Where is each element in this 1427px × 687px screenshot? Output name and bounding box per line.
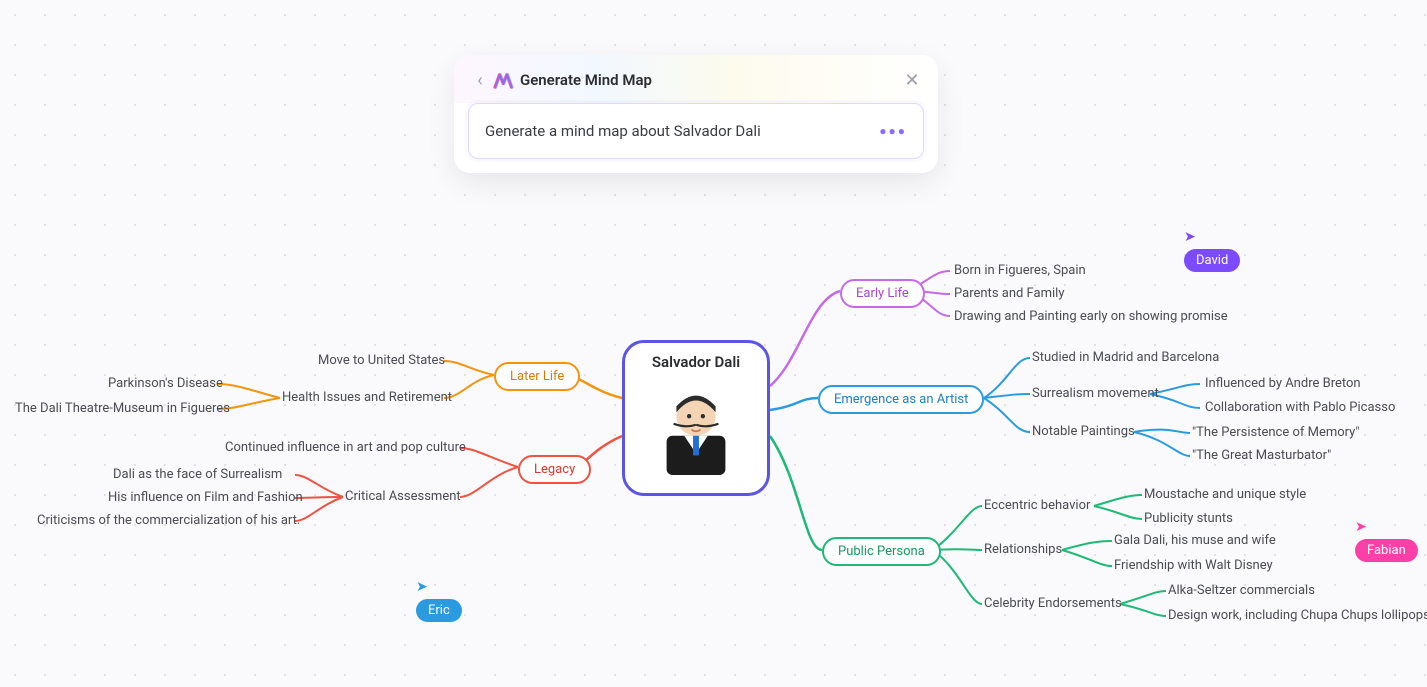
close-button[interactable]: ✕: [902, 70, 922, 91]
leaf-disney[interactable]: Friendship with Walt Disney: [1114, 558, 1273, 573]
cursor-arrow-icon: ➤: [1355, 519, 1367, 535]
branch-public-persona[interactable]: Public Persona: [822, 537, 941, 566]
leaf-eccentric[interactable]: Eccentric behavior: [984, 498, 1090, 513]
leaf-parkinsons[interactable]: Parkinson's Disease: [108, 376, 223, 391]
cursor-label: Fabian: [1355, 539, 1418, 562]
leaf-critical[interactable]: Critical Assessment: [345, 489, 461, 504]
prompt-text: Generate a mind map about Salvador Dali: [485, 122, 761, 140]
leaf-surrealism[interactable]: Surrealism movement: [1032, 386, 1159, 401]
leaf-face-surrealism[interactable]: Dali as the face of Surrealism: [113, 467, 282, 482]
center-node[interactable]: Salvador Dali: [622, 340, 770, 496]
leaf-paintings[interactable]: Notable Paintings: [1032, 424, 1135, 439]
panel-title: Generate Mind Map: [520, 71, 652, 89]
leaf-stunts[interactable]: Publicity stunts: [1144, 511, 1233, 526]
cursor-label: David: [1184, 249, 1240, 272]
leaf-persistence[interactable]: "The Persistence of Memory": [1192, 425, 1360, 440]
branch-early-life[interactable]: Early Life: [840, 279, 925, 308]
center-title: Salvador Dali: [652, 353, 740, 371]
cursor-david: ➤ David: [1184, 226, 1240, 272]
branch-emergence[interactable]: Emergence as an Artist: [818, 385, 984, 414]
cursor-fabian: ➤ Fabian: [1355, 516, 1418, 562]
leaf-theatre-museum[interactable]: The Dali Theatre-Museum in Figueres: [15, 401, 230, 416]
cursor-label: Eric: [416, 599, 462, 622]
leaf-relationships[interactable]: Relationships: [984, 542, 1062, 557]
prompt-input[interactable]: Generate a mind map about Salvador Dali …: [468, 103, 924, 159]
leaf-move-us[interactable]: Move to United States: [318, 353, 445, 368]
branch-legacy[interactable]: Legacy: [518, 455, 591, 484]
leaf-gala[interactable]: Gala Dali, his muse and wife: [1114, 533, 1276, 548]
leaf-masturbator[interactable]: "The Great Masturbator": [1192, 448, 1331, 463]
cursor-arrow-icon: ➤: [416, 579, 428, 595]
leaf-chupa[interactable]: Design work, including Chupa Chups lolli…: [1168, 608, 1427, 623]
leaf-born[interactable]: Born in Figueres, Spain: [954, 263, 1086, 278]
leaf-parents[interactable]: Parents and Family: [954, 286, 1064, 301]
leaf-seltzer[interactable]: Alka-Seltzer commercials: [1168, 583, 1315, 598]
leaf-film-fashion[interactable]: His influence on Film and Fashion: [108, 490, 303, 505]
leaf-moustache[interactable]: Moustache and unique style: [1144, 487, 1306, 502]
app-logo-icon: [492, 69, 514, 91]
loading-icon: ●●●: [879, 124, 907, 138]
leaf-influence-pop[interactable]: Continued influence in art and pop cultu…: [225, 440, 466, 455]
leaf-picasso[interactable]: Collaboration with Pablo Picasso: [1205, 400, 1395, 415]
back-button[interactable]: ‹: [470, 70, 490, 91]
cursor-eric: ➤ Eric: [416, 576, 462, 622]
leaf-studied[interactable]: Studied in Madrid and Barcelona: [1032, 350, 1219, 365]
avatar-dali: [647, 377, 745, 475]
leaf-endorsements[interactable]: Celebrity Endorsements: [984, 596, 1122, 611]
leaf-drawing[interactable]: Drawing and Painting early on showing pr…: [954, 309, 1228, 324]
leaf-health[interactable]: Health Issues and Retirement: [282, 390, 452, 405]
leaf-breton[interactable]: Influenced by Andre Breton: [1205, 376, 1361, 391]
branch-later-life[interactable]: Later Life: [494, 362, 580, 391]
generate-panel: ‹ Generate Mind Map ✕ Generate a mind ma…: [454, 55, 938, 173]
cursor-arrow-icon: ➤: [1184, 229, 1196, 245]
panel-header: ‹ Generate Mind Map ✕: [454, 55, 938, 103]
leaf-commercialization[interactable]: Criticisms of the commercialization of h…: [37, 513, 300, 528]
